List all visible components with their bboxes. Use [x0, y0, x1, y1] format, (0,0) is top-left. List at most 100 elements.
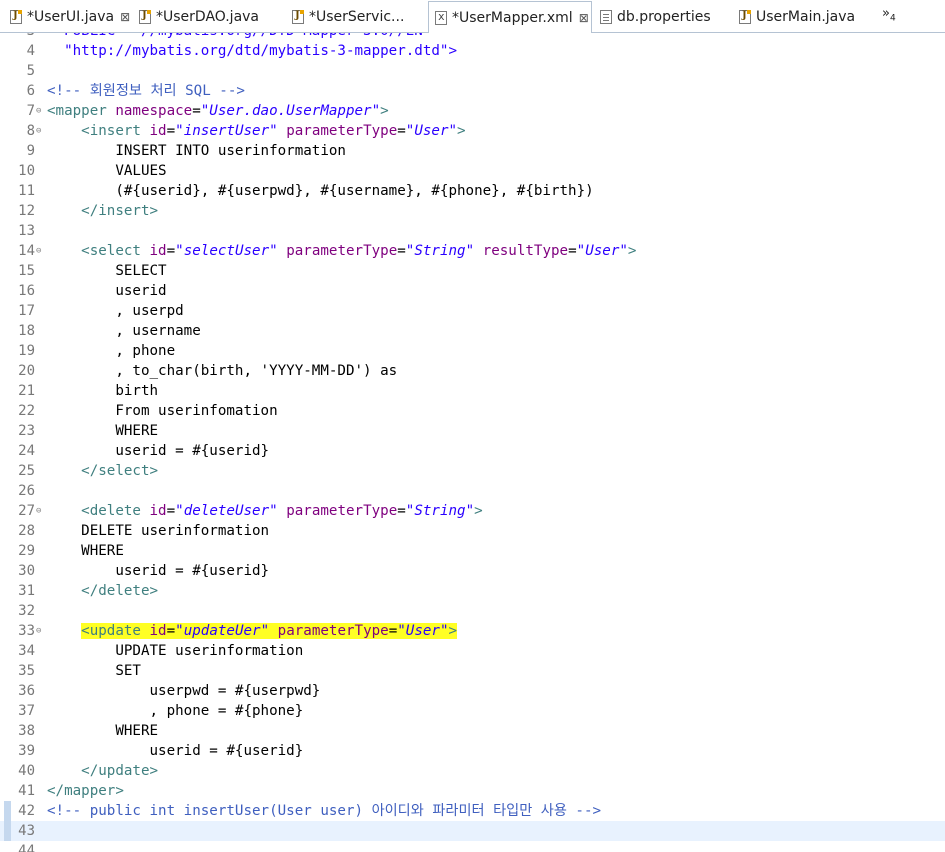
code-line: 9 INSERT INTO userinformation	[0, 141, 945, 161]
code-text: </mapper>	[47, 783, 124, 799]
code-line: 7 ⊖ <mapper namespace="User.dao.UserMapper…	[0, 101, 945, 121]
code-line: 18 , username	[0, 321, 945, 341]
tab-5[interactable]: UserMain.java	[733, 2, 873, 32]
code-text: , phone = #{phone}	[47, 703, 304, 719]
code-line: 25 </select>	[0, 461, 945, 481]
code-line: 36 userpwd = #{userpwd}	[0, 681, 945, 701]
code-line: 37 , phone = #{phone}	[0, 701, 945, 721]
fold-toggle-icon[interactable]: ⊖	[36, 501, 41, 521]
tab-label: *UserUI.java	[27, 9, 115, 25]
line-number: 20	[18, 363, 35, 379]
java-file-icon	[139, 10, 151, 24]
line-number: 34	[18, 643, 35, 659]
line-number: 37	[18, 703, 35, 719]
line-number: 35	[18, 663, 35, 679]
code-line: 6 <!-- 회원정보 처리 SQL -->	[0, 81, 945, 101]
overflow-chevron-icon: »	[882, 6, 890, 21]
code-line: 20 , to_char(birth, 'YYYY-MM-DD') as	[0, 361, 945, 381]
code-line: 26	[0, 481, 945, 501]
code-text: WHERE	[47, 543, 124, 559]
line-number: 19	[18, 343, 35, 359]
line-number: 8	[26, 123, 35, 139]
java-file-icon	[739, 10, 751, 24]
line-number: 22	[18, 403, 35, 419]
fold-toggle-icon[interactable]: ⊖	[36, 101, 41, 121]
code-line: 11 (#{userid}, #{userpwd}, #{username}, …	[0, 181, 945, 201]
code-text: <delete id="deleteUser" parameterType="S…	[81, 503, 483, 519]
code-text: "http://mybatis.org/dtd/mybatis-3-mapper…	[47, 43, 457, 59]
code-line: 15 SELECT	[0, 261, 945, 281]
code-text: </delete>	[81, 583, 159, 599]
code-text: INSERT INTO userinformation	[47, 143, 346, 159]
line-number: 15	[18, 263, 35, 279]
line-number: 27	[18, 503, 35, 519]
xml-file-icon	[435, 10, 447, 25]
code-text: SET	[47, 663, 141, 679]
code-text: From userinfomation	[47, 403, 278, 419]
code-text: userid = #{userid}	[47, 443, 270, 459]
editor-tab-bar: *UserUI.java ⊠ *UserDAO.java *UserServic...…	[0, 0, 945, 33]
line-number: 26	[18, 483, 35, 499]
code-text: <insert id="insertUser" parameterType="U…	[81, 123, 466, 139]
line-number: 14	[18, 243, 35, 259]
line-number: 24	[18, 443, 35, 459]
code-line: 34 UPDATE userinformation	[0, 641, 945, 661]
code-text: userid = #{userid}	[47, 563, 270, 579]
code-line: 16 userid	[0, 281, 945, 301]
code-line: 29 WHERE	[0, 541, 945, 561]
code-line: 22 From userinfomation	[0, 401, 945, 421]
code-line: 12 </insert>	[0, 201, 945, 221]
code-line: 23 WHERE	[0, 421, 945, 441]
code-text: DELETE userinformation	[47, 523, 270, 539]
line-number: 38	[18, 723, 35, 739]
properties-file-icon	[600, 10, 612, 24]
code-line: 42 <!-- public int insertUser(User user) …	[0, 801, 945, 821]
code-text: birth	[47, 383, 159, 399]
tab-1[interactable]: *UserDAO.java	[133, 2, 283, 32]
fold-toggle-icon[interactable]: ⊖	[36, 121, 41, 141]
code-text: </select>	[81, 463, 159, 479]
code-text: , userpd	[47, 303, 184, 319]
line-number: 33	[18, 623, 35, 639]
line-number: 11	[18, 183, 35, 199]
code-editor[interactable]: 3 PUBLIC "-//mybatis.org//DTD Mapper 3.0…	[0, 33, 945, 852]
code-line: 43	[0, 821, 945, 841]
code-line: 31 </delete>	[0, 581, 945, 601]
line-number: 18	[18, 323, 35, 339]
tab-label: *UserMapper.xml	[452, 9, 573, 26]
tab-0[interactable]: *UserUI.java ⊠	[4, 2, 131, 32]
code-text: </update>	[81, 763, 159, 779]
code-line: 32	[0, 601, 945, 621]
tab-4[interactable]: db.properties	[594, 2, 731, 32]
line-number: 6	[26, 83, 35, 99]
code-line: 8 ⊖ <insert id="insertUser" parameterType…	[0, 121, 945, 141]
code-line: 28 DELETE userinformation	[0, 521, 945, 541]
line-number: 17	[18, 303, 35, 319]
code-line: 19 , phone	[0, 341, 945, 361]
line-number: 10	[18, 163, 35, 179]
code-line: 5	[0, 61, 945, 81]
tab-overflow-button[interactable]: »4	[882, 6, 896, 24]
tab-2[interactable]: *UserServic...	[286, 2, 426, 32]
code-line: 40 </update>	[0, 761, 945, 781]
line-number: 29	[18, 543, 35, 559]
fold-toggle-icon[interactable]: ⊖	[36, 621, 41, 641]
code-line: 38 WHERE	[0, 721, 945, 741]
code-text: WHERE	[47, 723, 159, 739]
line-number: 41	[18, 783, 35, 799]
code-text: (#{userid}, #{userpwd}, #{username}, #{p…	[47, 183, 594, 199]
tab-close-icon[interactable]: ⊠	[120, 10, 130, 24]
code-text: userid = #{userid}	[47, 743, 304, 759]
tab-close-icon[interactable]: ⊠	[579, 11, 589, 25]
line-number: 9	[26, 143, 35, 159]
tab-3[interactable]: *UserMapper.xml ⊠	[428, 1, 592, 33]
line-number: 5	[26, 63, 35, 79]
fold-toggle-icon[interactable]: ⊖	[36, 241, 41, 261]
code-text: VALUES	[47, 163, 167, 179]
tab-label: *UserDAO.java	[156, 9, 260, 25]
line-number: 16	[18, 283, 35, 299]
java-file-icon	[292, 10, 304, 24]
code-text: <!-- 회원정보 처리 SQL -->	[47, 83, 245, 99]
code-line: 35 SET	[0, 661, 945, 681]
line-number: 36	[18, 683, 35, 699]
